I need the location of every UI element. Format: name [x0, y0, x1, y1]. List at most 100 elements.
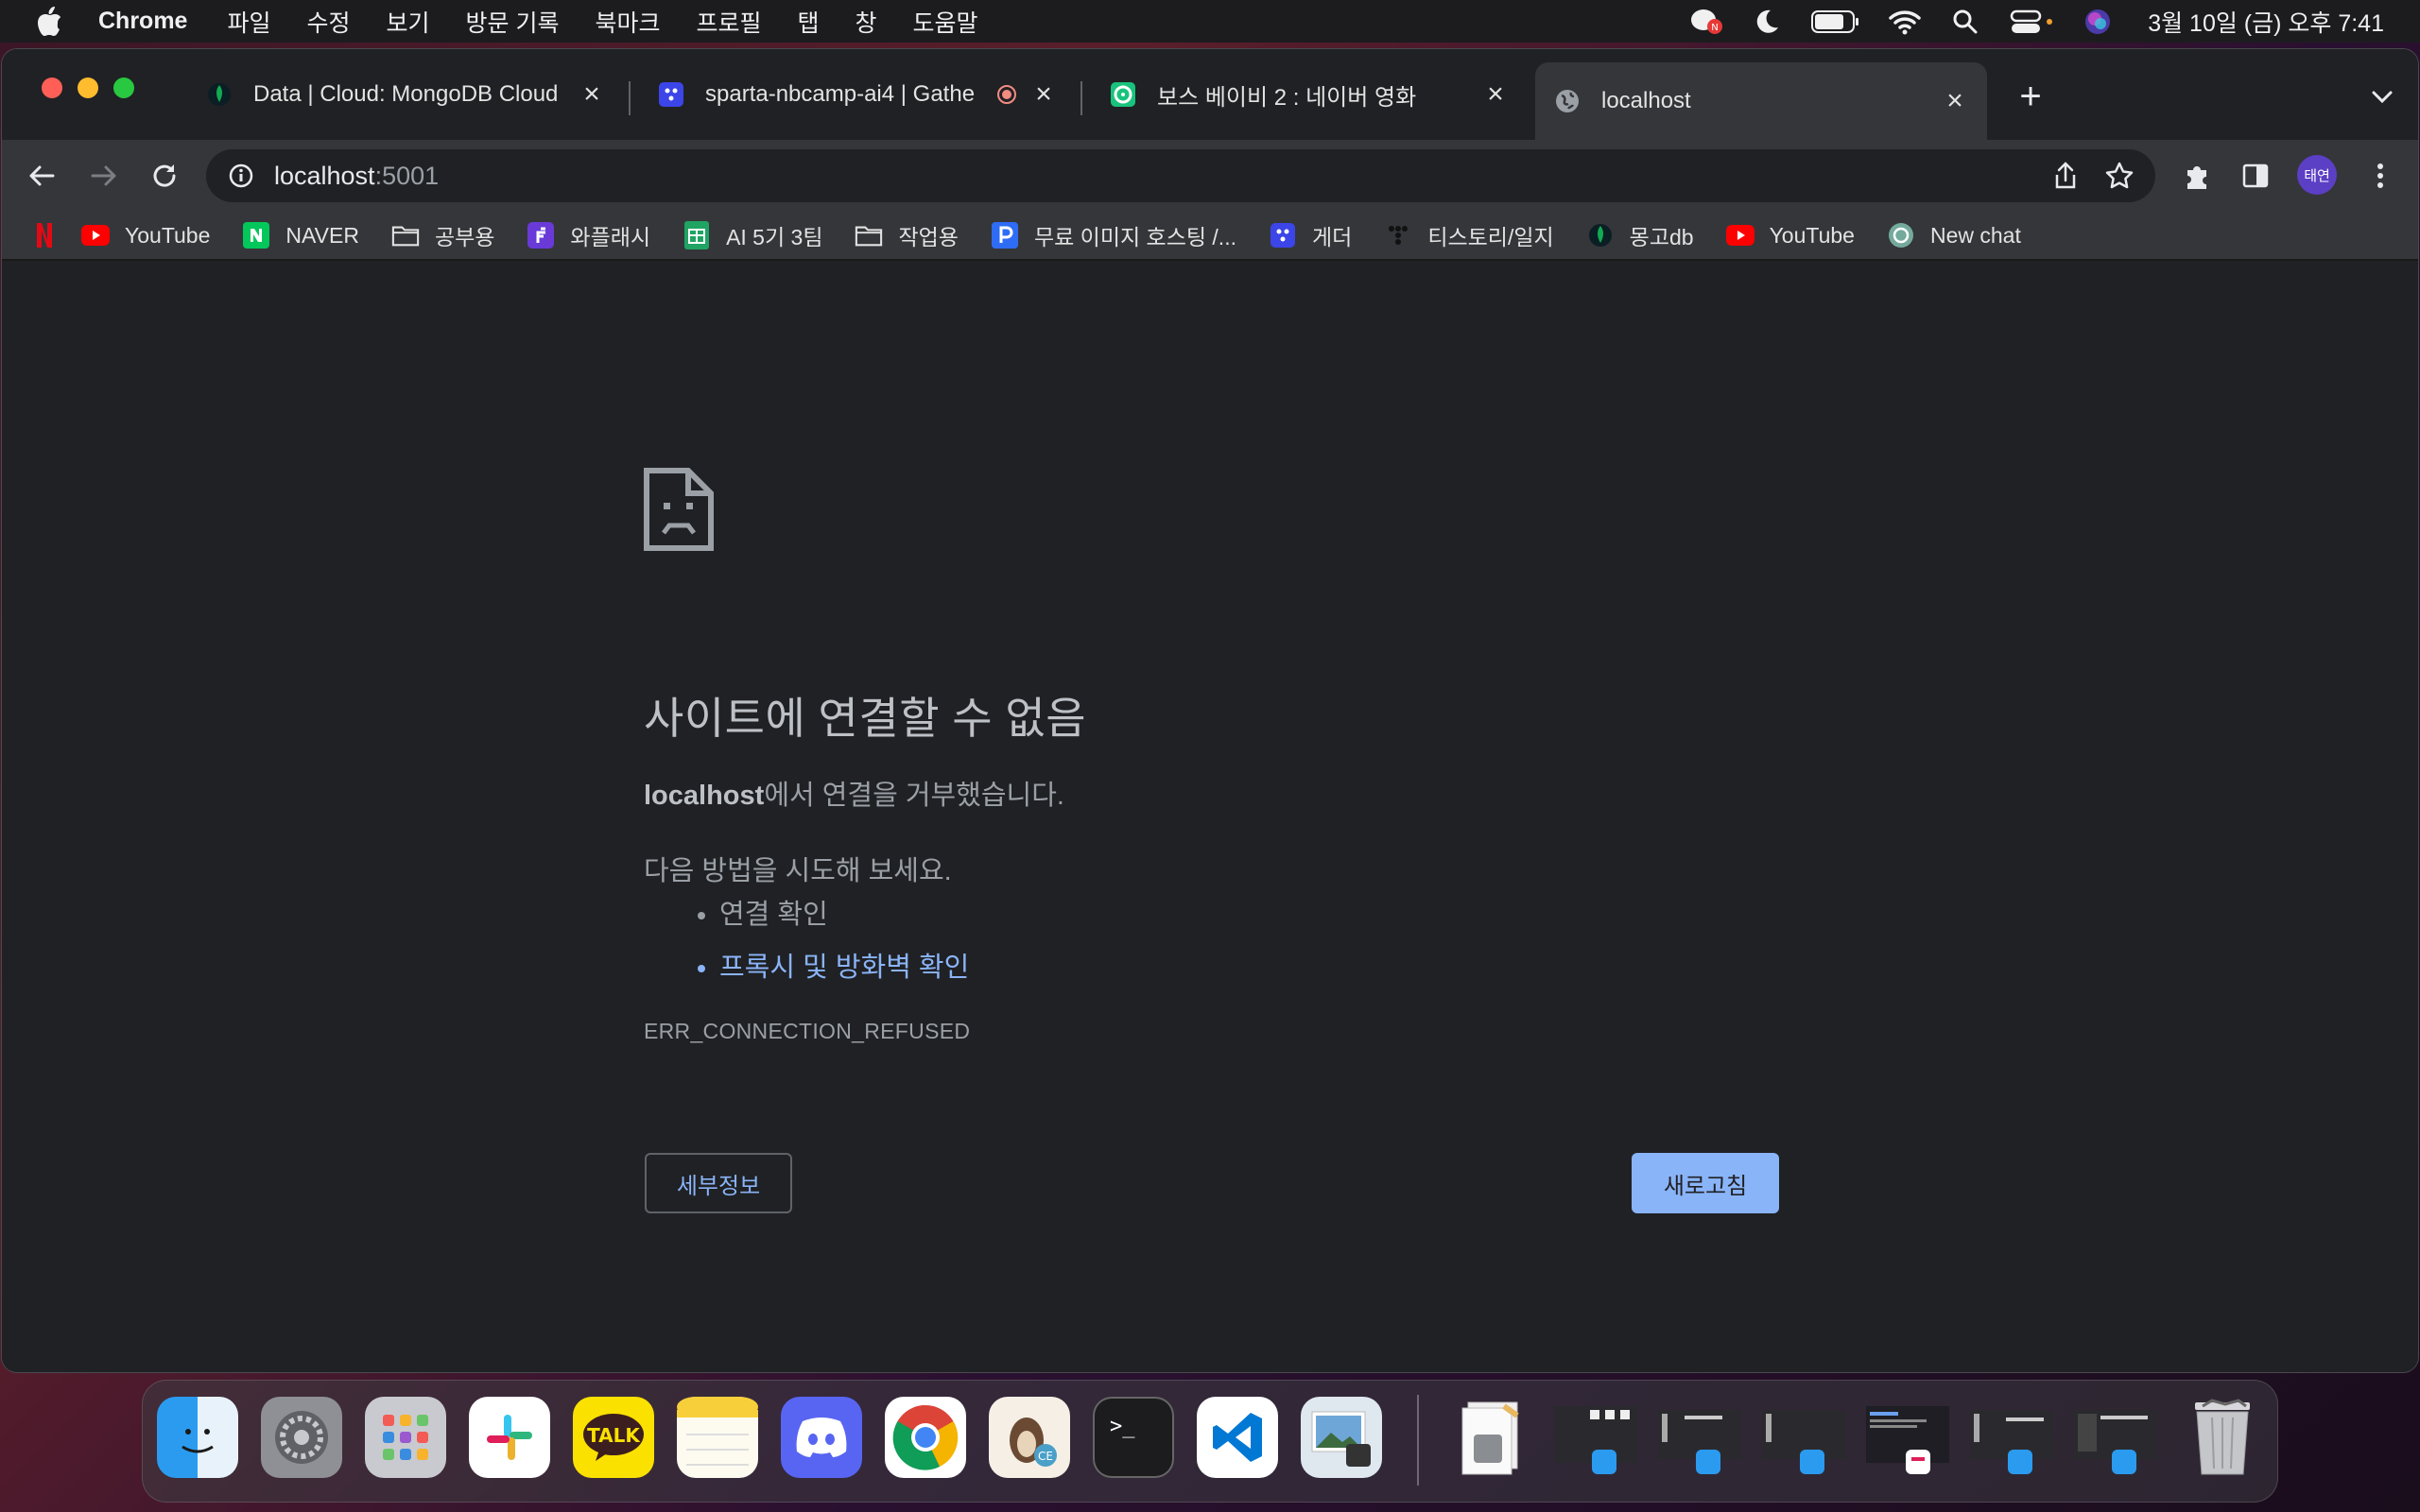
menu-edit[interactable]: 수정: [306, 5, 350, 39]
hosting-icon: [991, 221, 1019, 249]
menu-history[interactable]: 방문 기록: [466, 5, 560, 39]
apple-menu-icon[interactable]: [36, 6, 64, 36]
launchpad-icon[interactable]: [365, 1397, 446, 1478]
notes-icon[interactable]: [677, 1397, 758, 1478]
bookmark-netflix[interactable]: [30, 221, 59, 249]
suggestion-check-proxy-firewall[interactable]: 프록시 및 방화벽 확인: [719, 945, 969, 985]
bookmark-waflash[interactable]: 와플래시: [527, 219, 650, 251]
preview-icon[interactable]: [1301, 1397, 1382, 1478]
extensions-puzzle-icon[interactable]: [2178, 157, 2216, 195]
folder-icon: [855, 221, 883, 249]
menu-file[interactable]: 파일: [227, 5, 270, 39]
bookmark-ai-team[interactable]: AI 5기 3팀: [683, 219, 822, 251]
minimized-window-thumbnail[interactable]: [1552, 1400, 1639, 1476]
minimize-window-button[interactable]: [78, 77, 98, 98]
bookmark-tistory[interactable]: 티스토리/일지: [1384, 219, 1554, 251]
vscode-icon[interactable]: [1197, 1397, 1278, 1478]
naver-movie-icon: [1110, 81, 1136, 108]
menubar-clock[interactable]: 3월 10일 (금) 오후 7:41: [2148, 5, 2384, 39]
tab-localhost[interactable]: localhost ×: [1535, 62, 1987, 140]
gather-icon: [1269, 221, 1297, 249]
macos-menubar: Chrome 파일 수정 보기 방문 기록 북마크 프로필 탭 창 도움말 N …: [0, 0, 2420, 43]
tab-naver-movie[interactable]: 보스 베이비 2 : 네이버 영화 ×: [1091, 62, 1528, 127]
close-window-button[interactable]: [42, 77, 62, 98]
tab-title: Data | Cloud: MongoDB Cloud: [253, 81, 559, 107]
bookmark-gather[interactable]: 게더: [1269, 219, 1352, 251]
bookmark-label: AI 5기 3팀: [726, 225, 823, 249]
close-tab-icon[interactable]: ×: [1942, 85, 1968, 116]
bookmark-new-chat[interactable]: New chat: [1887, 221, 2021, 249]
menu-tab[interactable]: 탭: [798, 5, 820, 39]
wifi-icon[interactable]: [1889, 6, 1921, 38]
mongodb-leaf-icon: [1586, 221, 1615, 249]
minimized-window-thumbnail[interactable]: [1760, 1400, 1847, 1476]
address-bar[interactable]: localhost:5001: [206, 149, 2155, 202]
slack-icon[interactable]: [469, 1397, 550, 1478]
minimized-window-thumbnail[interactable]: [2072, 1400, 2159, 1476]
new-tab-button[interactable]: +: [2012, 76, 2049, 117]
netflix-icon: [30, 221, 59, 249]
profile-avatar[interactable]: 태연: [2297, 155, 2337, 195]
bookmark-folder-work[interactable]: 작업용: [855, 219, 959, 251]
bookmark-label: 몽고db: [1629, 225, 1694, 249]
bookmark-label: New chat: [1929, 222, 2021, 248]
minimized-window-thumbnail[interactable]: [1968, 1400, 2055, 1476]
sheet-icon: [683, 221, 711, 249]
control-center-icon[interactable]: [2010, 6, 2053, 38]
tab-title: sparta-nbcamp-ai4 | Gathe: [705, 81, 976, 107]
menu-profiles[interactable]: 프로필: [696, 5, 761, 39]
chatgpt-icon: [1887, 221, 1915, 249]
close-tab-icon[interactable]: ×: [1482, 78, 1509, 110]
bookmark-naver[interactable]: NAVER: [242, 221, 359, 249]
minimized-window-thumbnail[interactable]: [1864, 1400, 1951, 1476]
terminal-icon[interactable]: >_: [1093, 1397, 1174, 1478]
reload-icon[interactable]: [146, 157, 183, 195]
battery-icon[interactable]: [1811, 6, 1860, 38]
tab-search-chevron-icon[interactable]: [2365, 79, 2399, 113]
focus-moon-icon[interactable]: [1751, 6, 1783, 38]
tab-separator: [1080, 81, 1082, 115]
bookmark-folder-study[interactable]: 공부용: [391, 219, 494, 251]
forward-arrow-icon[interactable]: [85, 157, 123, 195]
chrome-icon[interactable]: [885, 1397, 966, 1478]
bookmark-youtube-2[interactable]: YouTube: [1725, 221, 1855, 249]
back-arrow-icon[interactable]: [23, 157, 60, 195]
menu-window[interactable]: 창: [856, 5, 877, 39]
error-title: 사이트에 연결할 수 없음: [644, 694, 1087, 743]
tab-mongodb[interactable]: Data | Cloud: MongoDB Cloud ×: [187, 62, 624, 127]
bookmark-youtube[interactable]: YouTube: [81, 221, 210, 249]
terminal-label: >_: [1110, 1415, 1135, 1438]
siri-icon[interactable]: [2082, 6, 2114, 38]
bookmark-mongodb[interactable]: 몽고db: [1586, 219, 1694, 251]
kakaotalk-icon[interactable]: TALK: [573, 1397, 654, 1478]
reload-button[interactable]: 새로고침: [1632, 1153, 1779, 1213]
menu-app-name[interactable]: Chrome: [98, 8, 187, 35]
bookmark-star-icon[interactable]: [2104, 161, 2135, 196]
bookmark-image-hosting[interactable]: 무료 이미지 호스팅 /...: [991, 219, 1236, 251]
details-button[interactable]: 세부정보: [645, 1153, 792, 1213]
close-tab-icon[interactable]: ×: [579, 78, 605, 110]
menu-help[interactable]: 도움말: [913, 5, 978, 39]
system-settings-icon[interactable]: [261, 1397, 342, 1478]
tab-title: localhost: [1601, 88, 1691, 113]
tab-gather[interactable]: sparta-nbcamp-ai4 | Gathe ×: [639, 62, 1076, 127]
trash-icon[interactable]: [2182, 1397, 2263, 1478]
youtube-icon: [81, 221, 110, 249]
menu-bookmarks[interactable]: 북마크: [595, 5, 660, 39]
url-text[interactable]: localhost:5001: [274, 162, 439, 191]
share-icon[interactable]: [2051, 161, 2080, 196]
more-vert-icon[interactable]: [2361, 157, 2399, 195]
close-tab-icon[interactable]: ×: [1030, 78, 1057, 110]
finder-icon[interactable]: [157, 1397, 238, 1478]
site-info-icon[interactable]: [227, 162, 255, 190]
discord-icon[interactable]: [781, 1397, 862, 1478]
side-panel-icon[interactable]: [2237, 157, 2274, 195]
zoom-window-button[interactable]: [113, 77, 134, 98]
messenger-icon[interactable]: N: [1690, 6, 1723, 38]
url-host: localhost: [274, 161, 375, 190]
minimized-window-thumbnail[interactable]: [1656, 1400, 1743, 1476]
menu-view[interactable]: 보기: [387, 5, 430, 39]
tableplus-icon[interactable]: CE: [989, 1397, 1070, 1478]
spotlight-search-icon[interactable]: [1949, 6, 1981, 38]
downloads-stack-icon[interactable]: [1452, 1397, 1533, 1478]
